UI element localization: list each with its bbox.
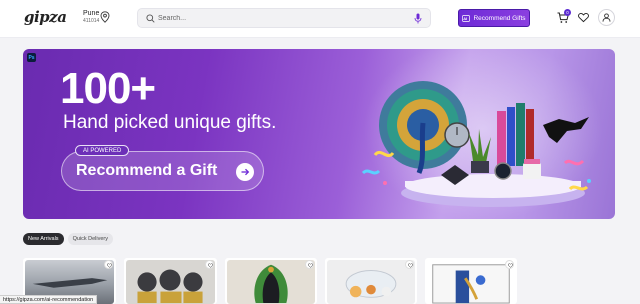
search-bar: [137, 8, 431, 28]
product-image: [227, 260, 315, 304]
location-selector[interactable]: Pune 411014: [83, 10, 99, 24]
product-card[interactable]: [425, 258, 517, 304]
filter-chips: New Arrivals Quick Delivery: [23, 233, 114, 245]
search-input[interactable]: [158, 11, 408, 25]
ai-gift-icon: AI: [462, 14, 471, 22]
user-avatar-button[interactable]: [598, 9, 615, 26]
top-header: gipza Pune 411014 AI Recommend Gifts 0: [0, 0, 640, 38]
wishlist-heart-icon[interactable]: [104, 260, 113, 269]
ai-powered-pill: AI POWERED: [75, 145, 130, 156]
recommend-gifts-button[interactable]: AI Recommend Gifts: [458, 9, 530, 27]
arrow-right-icon: [236, 163, 254, 181]
wishlist-heart-icon[interactable]: [205, 260, 214, 269]
location-pincode: 411014: [83, 18, 100, 24]
wishlist-heart-icon[interactable]: [405, 260, 414, 269]
search-icon: [146, 14, 155, 23]
banner-headline: 100+: [60, 64, 156, 113]
heart-icon[interactable]: [578, 12, 589, 23]
recommend-gifts-label: Recommend Gifts: [473, 14, 526, 22]
hero-banner[interactable]: Ps 100+ Hand picked unique gifts. Recomm…: [23, 49, 615, 219]
product-card[interactable]: [325, 258, 417, 304]
gipza-logo[interactable]: gipza: [24, 8, 67, 26]
wishlist-heart-icon[interactable]: [305, 260, 314, 269]
product-image: [327, 260, 415, 304]
svg-text:AI: AI: [464, 16, 468, 21]
ps-badge: Ps: [27, 53, 36, 62]
recommend-a-gift-label: Recommend a Gift: [76, 162, 218, 179]
chip-quick-delivery[interactable]: Quick Delivery: [67, 233, 114, 245]
banner-subheadline: Hand picked unique gifts.: [63, 112, 277, 133]
user-icon: [602, 13, 611, 22]
chip-new-arrivals[interactable]: New Arrivals: [23, 233, 64, 245]
product-card[interactable]: [225, 258, 317, 304]
link-status-bar: https://gipza.com/ai-recommendation: [0, 295, 98, 304]
recommend-a-gift-button[interactable]: Recommend a Gift: [61, 151, 264, 191]
location-city: Pune: [83, 10, 100, 17]
gift-collage-illustration: [361, 81, 591, 207]
wishlist-heart-icon[interactable]: [505, 260, 514, 269]
product-image: [427, 260, 515, 304]
cart-count-badge: 0: [564, 9, 571, 16]
product-card[interactable]: [124, 258, 217, 304]
mic-icon[interactable]: [414, 13, 422, 24]
location-pin-icon[interactable]: [100, 11, 110, 23]
product-image: [126, 260, 215, 304]
